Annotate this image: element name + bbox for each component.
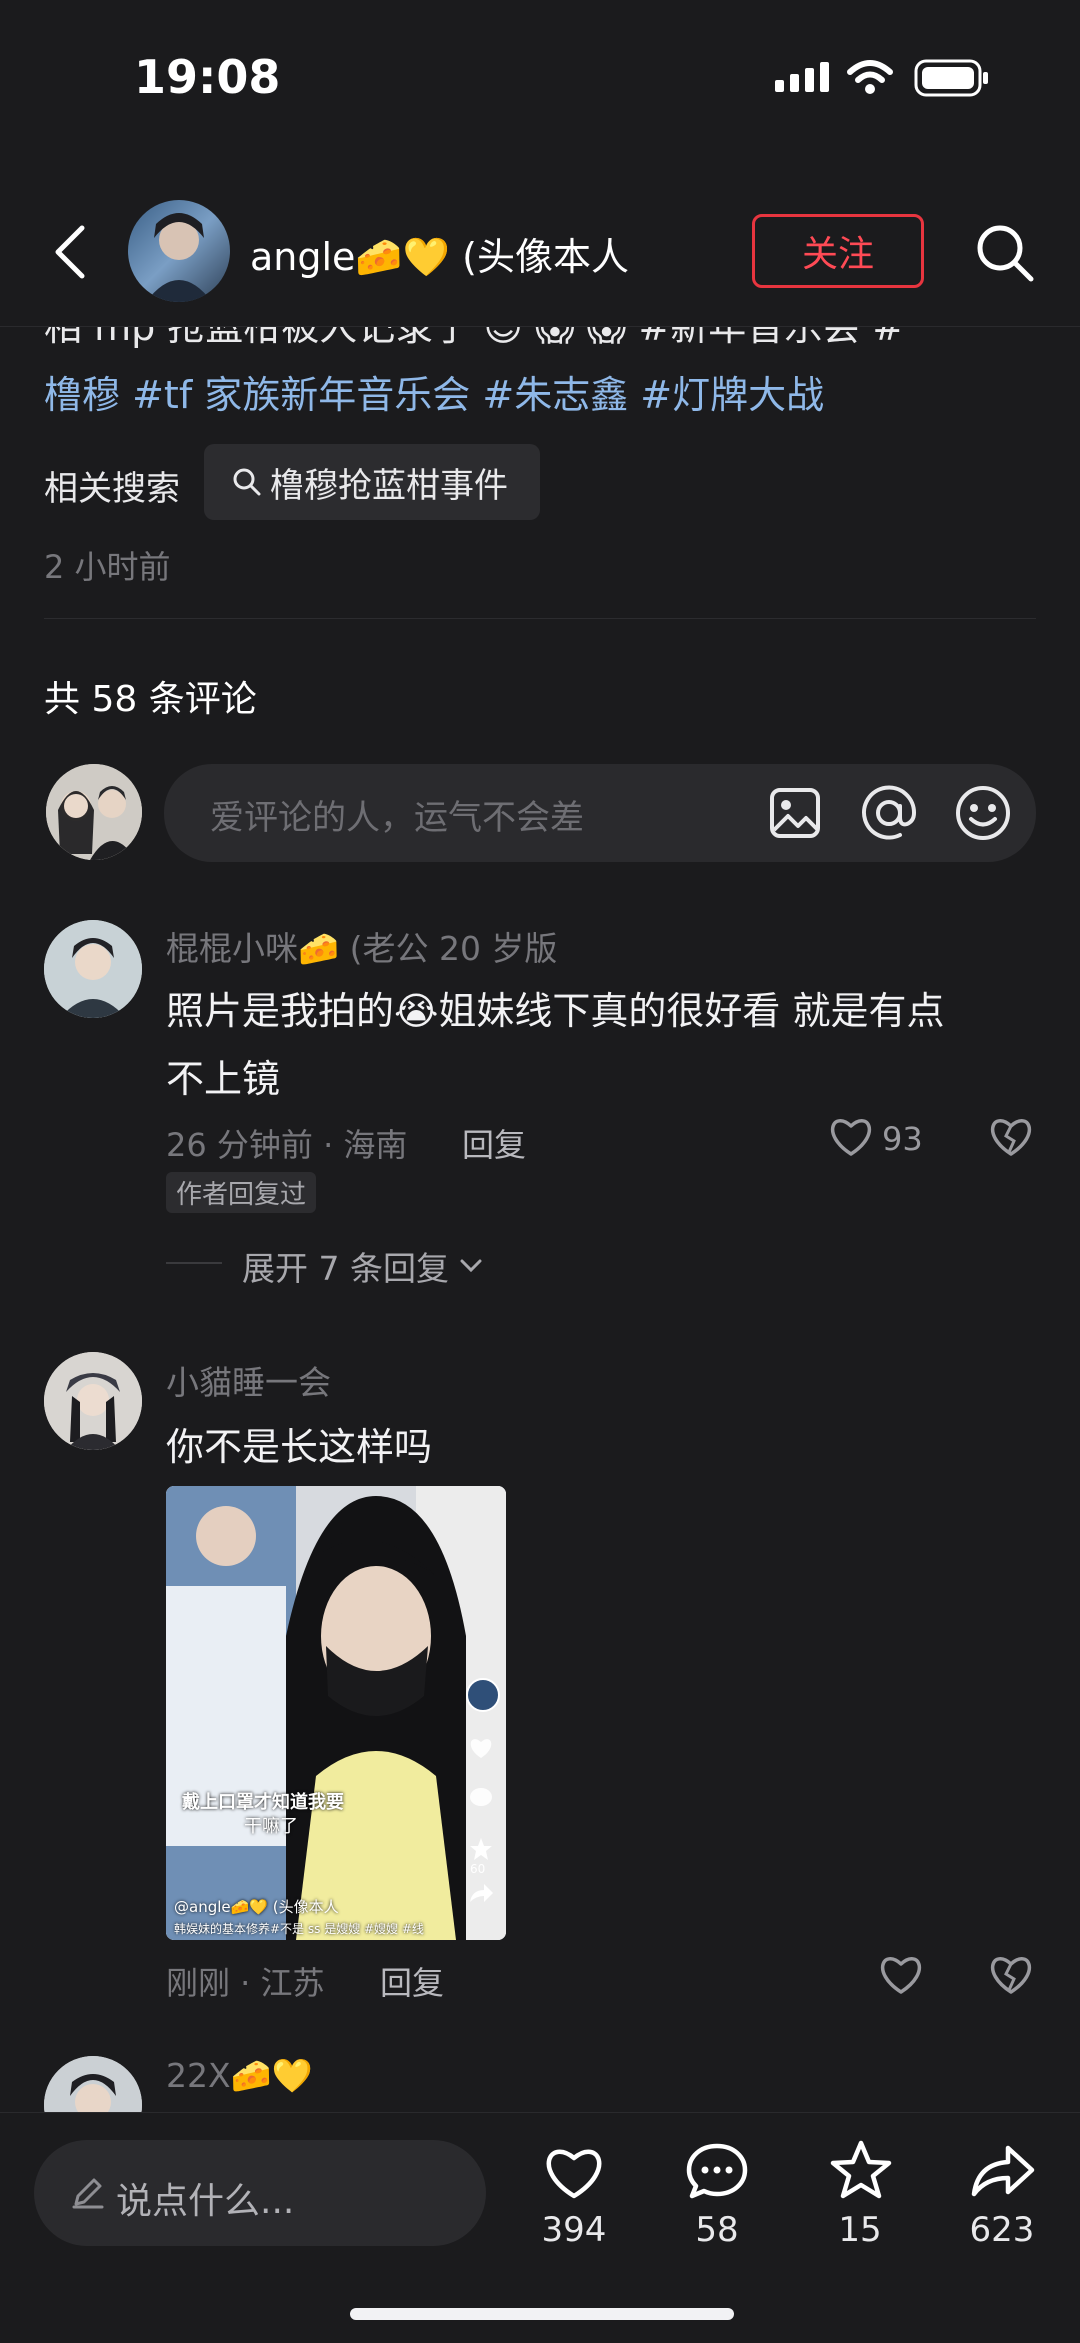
share-icon[interactable] <box>968 2142 1038 2200</box>
back-icon[interactable] <box>50 224 90 280</box>
comments-count: 共 58 条评论 <box>44 679 257 720</box>
broken-heart-icon[interactable] <box>988 1116 1034 1158</box>
image-icon[interactable] <box>768 786 822 840</box>
comment-author[interactable]: 棍棍小咪🧀 (老公 20 岁版 <box>166 922 557 970</box>
broken-heart-icon[interactable] <box>988 1954 1034 1996</box>
reply-button[interactable]: 回复 <box>462 1120 526 1166</box>
expand-replies-button[interactable]: 展开 7 条回复 <box>242 1242 483 1290</box>
expand-replies-label: 展开 7 条回复 <box>242 1249 449 1288</box>
divider <box>166 1262 222 1264</box>
comment-input-placeholder: 爱评论的人，运气不会差 <box>210 798 584 838</box>
heart-icon <box>470 1739 492 1758</box>
video-like-count: 60 <box>470 1862 486 1876</box>
comment-count: 58 <box>695 2210 739 2250</box>
like-count: 394 <box>541 2210 607 2250</box>
chevron-down-icon <box>460 1259 482 1273</box>
post-caption-tags[interactable]: 橹穆 #tf 家族新年音乐会 #朱志鑫 #灯牌大战 <box>44 364 824 419</box>
related-search-query: 橹穆抢蓝柑事件 <box>270 465 508 506</box>
comment-image[interactable]: 戴上口罩才知道我要 干嘛了 60 @angle🧀💛 (头像本人 韩娱妹的基本修养… <box>166 1486 506 1940</box>
emoji-icon[interactable] <box>954 784 1012 842</box>
image-overlay-text-1: 戴上口罩才知道我要 <box>182 1792 344 1813</box>
like-icon[interactable] <box>542 2142 606 2202</box>
related-search-label: 相关搜索 <box>44 469 180 509</box>
battery-icon <box>914 59 988 97</box>
star-icon <box>470 1838 492 1860</box>
post-time: 2 小时前 <box>44 548 171 586</box>
home-indicator <box>350 2308 734 2320</box>
star-icon[interactable] <box>828 2138 894 2202</box>
wifi-icon <box>847 60 893 94</box>
share-count: 623 <box>969 2210 1035 2250</box>
author-name[interactable]: angle🧀💛 (头像本人 <box>250 226 629 281</box>
my-avatar[interactable] <box>46 764 142 860</box>
comment-author[interactable]: 22X🧀💛 <box>166 2056 313 2096</box>
video-author-handle: @angle🧀💛 (头像本人 <box>174 1898 339 1916</box>
bottom-input-placeholder: 说点什么... <box>116 2181 295 2222</box>
comment-meta: 26 分钟前 · 海南 <box>166 1126 408 1164</box>
commenter-avatar[interactable] <box>44 1352 142 1450</box>
like-count: 93 <box>882 1120 923 1158</box>
video-caption: 韩娱妹的基本修养#不是 ss 是嫂嫂 #嫂嫂 #线 <box>174 1922 424 1936</box>
status-time: 19:08 <box>134 50 281 104</box>
author-replied-badge: 作者回复过 <box>166 1172 317 1213</box>
comment-text-line-2: 不上镜 <box>166 1057 281 1101</box>
comment-icon <box>470 1788 492 1806</box>
comment-author[interactable]: 小貓睡一会 <box>166 1356 331 1404</box>
star-count: 15 <box>838 2210 882 2250</box>
search-icon <box>233 468 261 496</box>
bottom-comment-input[interactable]: 说点什么... <box>34 2140 486 2246</box>
reply-button[interactable]: 回复 <box>380 1958 444 2004</box>
comment-text: 你不是长这样吗 <box>166 1425 433 1469</box>
video-author-avatar <box>466 1678 500 1712</box>
pencil-icon <box>72 2178 104 2209</box>
mention-icon[interactable] <box>860 784 918 842</box>
related-search-chip[interactable]: 橹穆抢蓝柑事件 <box>204 444 540 520</box>
heart-icon[interactable] <box>828 1116 874 1158</box>
follow-button[interactable]: 关注 <box>752 214 924 288</box>
share-icon <box>470 1884 493 1902</box>
comment-icon[interactable] <box>684 2140 750 2204</box>
search-icon[interactable] <box>974 222 1036 284</box>
author-avatar[interactable] <box>128 200 230 302</box>
cellular-signal-icon <box>775 62 829 92</box>
comment-text-line-1: 照片是我拍的😭姐妹线下真的很好看 就是有点 <box>166 989 945 1033</box>
comment-meta: 刚刚 · 江苏 <box>166 1964 325 2002</box>
divider <box>44 618 1036 619</box>
image-overlay-text-2: 干嘛了 <box>244 1816 298 1837</box>
commenter-avatar[interactable] <box>44 920 142 1018</box>
comment-input[interactable]: 爱评论的人，运气不会差 <box>164 764 1036 862</box>
heart-icon[interactable] <box>878 1954 924 1996</box>
